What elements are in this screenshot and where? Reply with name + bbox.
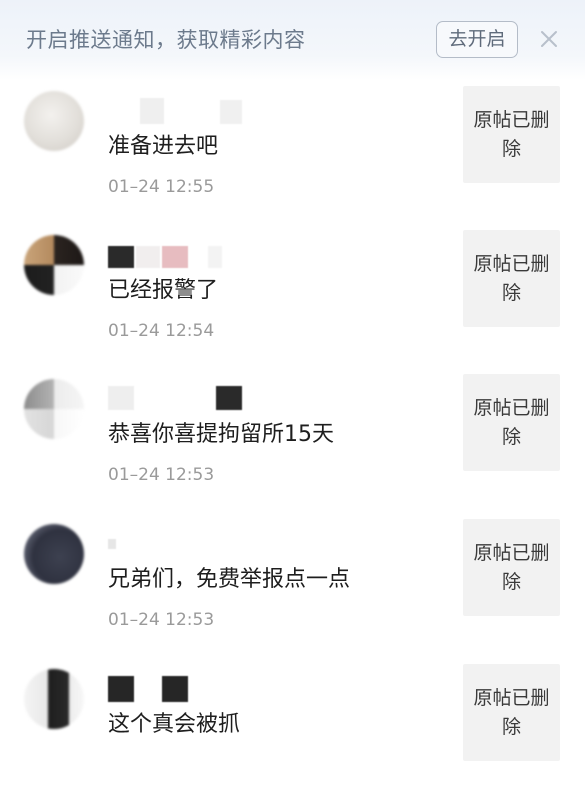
comment-row[interactable]: 兄弟们，免费举报点一点 01–24 12:53 原帖已删 除 xyxy=(0,513,585,658)
avatar[interactable] xyxy=(24,91,84,151)
comment-row[interactable]: 恭喜你喜提拘留所15天 01–24 12:53 原帖已删 除 xyxy=(0,368,585,513)
enable-notifications-button[interactable]: 去开启 xyxy=(436,21,518,58)
username-redacted xyxy=(108,539,116,549)
username-redacted xyxy=(108,246,222,268)
avatar[interactable] xyxy=(24,524,84,584)
deleted-post-label-line1: 原帖已删 xyxy=(473,687,550,709)
username-redacted xyxy=(108,676,188,702)
comment-time: 01–24 12:54 xyxy=(108,321,215,341)
comment-row[interactable]: 准备进去吧 01–24 12:55 原帖已删 除 xyxy=(0,80,585,225)
deleted-post-label-line2: 除 xyxy=(501,571,521,593)
avatar[interactable] xyxy=(24,379,84,439)
comment-text: 已经报警了 xyxy=(108,278,219,303)
comment-time: 01–24 12:55 xyxy=(108,177,215,197)
username-redacted xyxy=(108,386,242,410)
comment-row[interactable]: 已经报警了 01–24 12:54 原帖已删 除 xyxy=(0,224,585,369)
comment-row[interactable]: 这个真会被抓 原帖已删 除 xyxy=(0,658,585,803)
username-redacted xyxy=(140,98,242,124)
comment-text: 兄弟们，免费举报点一点 xyxy=(108,567,351,592)
comment-text: 准备进去吧 xyxy=(108,134,219,159)
deleted-post-thumbnail[interactable]: 原帖已删 除 xyxy=(463,664,560,761)
avatar[interactable] xyxy=(24,669,84,729)
deleted-post-label-line1: 原帖已删 xyxy=(473,542,550,564)
deleted-post-thumbnail[interactable]: 原帖已删 除 xyxy=(463,230,560,327)
push-notification-banner: 开启推送通知，获取精彩内容 去开启 xyxy=(0,0,585,80)
comment-text: 恭喜你喜提拘留所15天 xyxy=(108,422,334,447)
deleted-post-thumbnail[interactable]: 原帖已删 除 xyxy=(463,86,560,183)
deleted-post-thumbnail[interactable]: 原帖已删 除 xyxy=(463,519,560,616)
deleted-post-label-line2: 除 xyxy=(501,716,521,738)
deleted-post-label-line1: 原帖已删 xyxy=(473,397,550,419)
banner-text: 开启推送通知，获取精彩内容 xyxy=(26,28,306,52)
comment-time: 01–24 12:53 xyxy=(108,465,215,485)
deleted-post-label-line1: 原帖已删 xyxy=(473,253,550,275)
avatar[interactable] xyxy=(24,235,84,295)
deleted-post-label-line2: 除 xyxy=(501,282,521,304)
close-icon[interactable] xyxy=(536,26,562,52)
deleted-post-label-line2: 除 xyxy=(501,426,521,448)
comment-time: 01–24 12:53 xyxy=(108,610,215,630)
deleted-post-label-line1: 原帖已删 xyxy=(473,109,550,131)
deleted-post-label-line2: 除 xyxy=(501,138,521,160)
deleted-post-thumbnail[interactable]: 原帖已删 除 xyxy=(463,374,560,471)
comment-text: 这个真会被抓 xyxy=(108,712,241,737)
